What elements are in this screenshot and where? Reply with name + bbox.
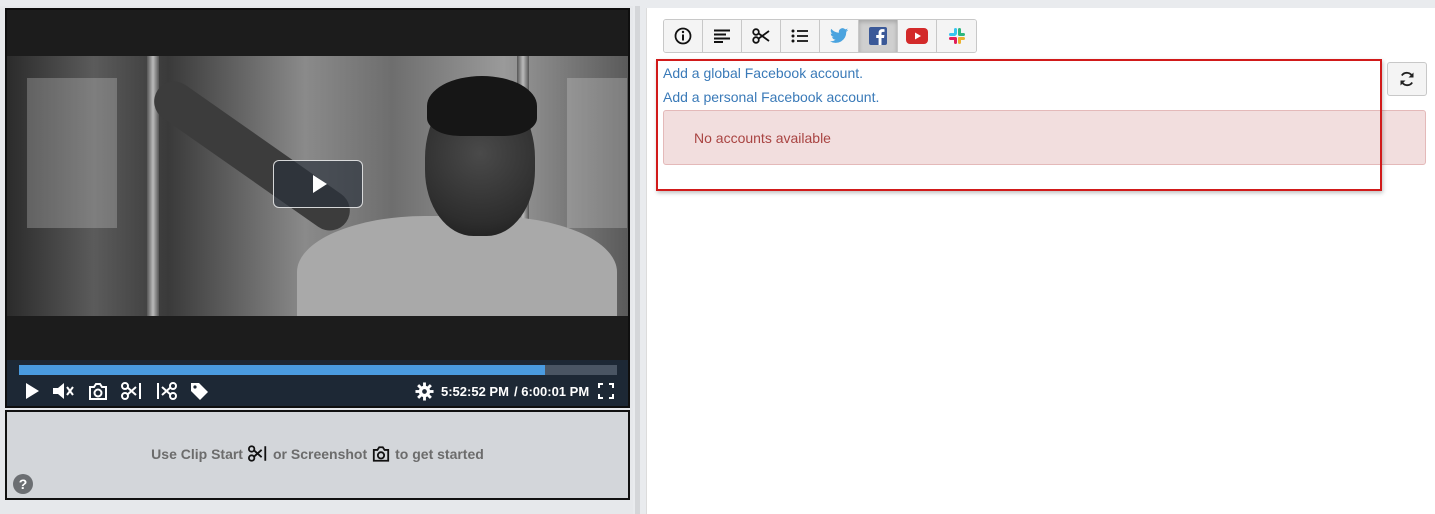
right-pane: Add a global Facebook account. Add a per… [646, 8, 1435, 514]
fullscreen-button[interactable] [596, 380, 616, 402]
share-toolbar [663, 19, 977, 53]
screenshot-button[interactable] [87, 380, 109, 402]
clip-instructions: Use Clip Start or Screenshot to get star… [7, 445, 628, 462]
video-player[interactable]: 5:52:52 PM / 6:00:01 PM [5, 8, 630, 408]
player-controls: 5:52:52 PM / 6:00:01 PM [7, 360, 628, 406]
youtube-tab[interactable] [898, 20, 937, 52]
slack-icon [948, 28, 965, 44]
clip-end-button[interactable] [155, 380, 179, 402]
settings-button[interactable] [413, 380, 435, 402]
text-align-icon [714, 29, 730, 43]
play-icon [313, 175, 327, 193]
twitter-icon [829, 28, 848, 43]
help-icon[interactable]: ? [13, 474, 33, 494]
scissors-icon [752, 28, 770, 44]
clip-start-icon [121, 382, 141, 400]
clip-end-icon [157, 382, 177, 400]
camera-icon [373, 445, 390, 462]
clip-text-part1: Use Clip Start [151, 445, 243, 462]
refresh-icon [1400, 71, 1414, 87]
clip-start-icon [247, 445, 267, 462]
text-tab[interactable] [703, 20, 742, 52]
clip-panel: Use Clip Start or Screenshot to get star… [5, 410, 630, 500]
tag-icon [190, 382, 208, 400]
refresh-button[interactable] [1387, 62, 1427, 96]
tag-button[interactable] [188, 380, 210, 402]
bus-window [567, 78, 627, 228]
pane-splitter[interactable] [635, 6, 640, 514]
fullscreen-icon [598, 383, 614, 399]
info-icon [674, 27, 692, 45]
bus-window [27, 78, 117, 228]
current-time: 5:52:52 PM [441, 384, 509, 399]
total-time: / 6:00:01 PM [514, 384, 590, 399]
list-tab[interactable] [781, 20, 820, 52]
gear-icon [414, 381, 434, 401]
slack-tab[interactable] [937, 20, 976, 52]
facebook-icon [869, 27, 887, 45]
play-button[interactable] [21, 380, 43, 402]
progress-bar[interactable] [19, 365, 617, 375]
clip-text-part2: or Screenshot [272, 445, 368, 462]
facebook-tab[interactable] [859, 20, 898, 52]
twitter-tab[interactable] [820, 20, 859, 52]
left-pane: 5:52:52 PM / 6:00:01 PM Use Clip Start o… [0, 6, 633, 514]
play-icon [26, 383, 39, 399]
clip-text-part3: to get started [395, 445, 484, 462]
list-icon [791, 29, 808, 43]
clip-tab[interactable] [742, 20, 781, 52]
camera-icon [89, 382, 107, 400]
clip-start-button[interactable] [120, 380, 144, 402]
info-tab[interactable] [664, 20, 703, 52]
volume-icon [53, 383, 74, 399]
mute-button[interactable] [51, 380, 75, 402]
progress-fill [19, 365, 546, 375]
annotation-highlight-box [656, 59, 1382, 191]
big-play-button[interactable] [273, 160, 363, 208]
youtube-icon [906, 28, 928, 44]
